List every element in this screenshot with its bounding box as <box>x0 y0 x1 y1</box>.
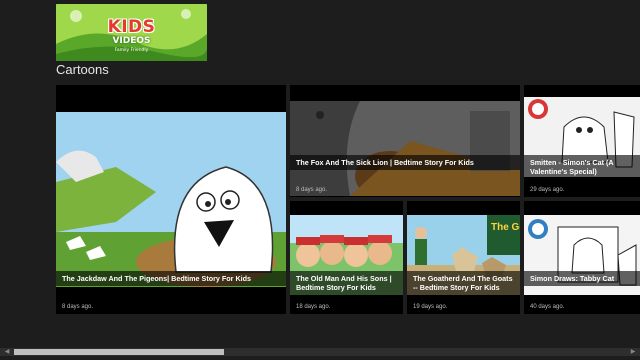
video-title: Simon Draws: Tabby Cat <box>524 271 640 286</box>
video-age: 29 days ago. <box>530 187 565 193</box>
logo-tagline: Family Friendly <box>114 48 149 53</box>
scroll-right-icon[interactable]: ▶ <box>628 348 638 356</box>
video-title: Smitten - Simon's Cat (A Valentine's Spe… <box>524 155 640 179</box>
video-tile-goatherd[interactable]: The Go The Goatherd And The Goats -- Bed… <box>407 201 520 314</box>
video-age: 8 days ago. <box>62 304 94 310</box>
video-thumbnail <box>290 101 520 196</box>
video-age: 40 days ago. <box>530 304 565 310</box>
video-tile-jackdaw[interactable]: The Jackdaw And The Pigeons| Bedtime Sto… <box>56 85 286 314</box>
horizontal-scrollbar[interactable]: ◀ ▶ <box>0 348 640 356</box>
logo-subtitle: VIDEOS <box>112 36 151 46</box>
video-title: The Jackdaw And The Pigeons| Bedtime Sto… <box>56 271 286 286</box>
video-tile-smitten[interactable]: Smitten - Simon's Cat (A Valentine's Spe… <box>524 85 640 197</box>
video-age: 18 days ago. <box>296 304 331 310</box>
video-age: 8 days ago. <box>296 187 328 193</box>
app-logo: KIDS VIDEOS Family Friendly <box>56 4 207 61</box>
video-thumbnail <box>56 112 286 287</box>
scrollbar-thumb[interactable] <box>14 349 224 355</box>
video-title: The Goatherd And The Goats -- Bedtime St… <box>407 271 520 295</box>
video-tile-old-man-sons[interactable]: The Old Man And His Sons | Bedtime Story… <box>290 201 403 314</box>
scroll-left-icon[interactable]: ◀ <box>2 348 12 356</box>
logo-title: KIDS <box>107 17 156 37</box>
svg-text:The Go: The Go <box>491 222 520 233</box>
video-age: 19 days ago. <box>413 304 448 310</box>
video-title: The Fox And The Sick Lion | Bedtime Stor… <box>290 155 520 170</box>
video-title: The Old Man And His Sons | Bedtime Story… <box>290 271 403 295</box>
video-tile-fox-lion[interactable]: The Fox And The Sick Lion | Bedtime Stor… <box>290 85 520 197</box>
video-tile-simon-draws[interactable]: Simon Draws: Tabby Cat 40 days ago. <box>524 201 640 314</box>
section-title: Cartoons <box>56 62 109 77</box>
